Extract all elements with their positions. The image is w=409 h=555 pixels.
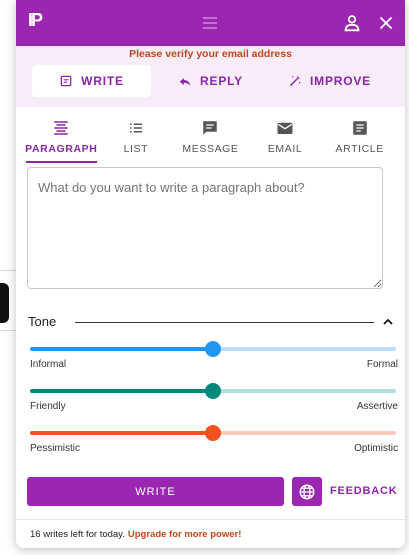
- email-icon: [277, 122, 293, 134]
- reply-icon: [179, 78, 191, 86]
- tab-article[interactable]: ARTICLE: [322, 108, 397, 163]
- verify-email-banner[interactable]: Please verify your email address: [16, 46, 405, 62]
- writes-remaining-text: 16 writes left for today.: [30, 528, 125, 540]
- edit-icon: [60, 75, 72, 87]
- title-bar[interactable]: IP: [16, 0, 405, 46]
- writer-panel: IP Please verify your email address WRIT…: [16, 0, 405, 548]
- tab-list[interactable]: LIST: [99, 108, 174, 163]
- background-element: [0, 283, 9, 323]
- app-logo: IP: [28, 10, 43, 30]
- tab-label: ARTICLE: [335, 143, 384, 155]
- slider-min-label: Pessimistic: [30, 443, 81, 454]
- chevron-up-icon[interactable]: [382, 316, 394, 328]
- message-icon: [203, 121, 218, 135]
- mode-tab-label: WRITE: [81, 74, 124, 88]
- slider-thumb[interactable]: [205, 341, 221, 357]
- slider-fill: [30, 347, 213, 351]
- list-icon: [129, 123, 142, 133]
- slider-max-label: Assertive: [356, 401, 398, 412]
- slider-min-label: Informal: [30, 359, 67, 370]
- divider: [75, 322, 374, 323]
- usage-footer: 16 writes left for today. Upgrade for mo…: [16, 519, 405, 548]
- slider-min-label: Friendly: [30, 401, 66, 412]
- prompt-input[interactable]: [27, 167, 383, 289]
- mode-tab-reply[interactable]: REPLY: [151, 65, 270, 97]
- upgrade-link[interactable]: Upgrade for more power!: [128, 529, 242, 540]
- mode-bar: WRITE REPLY IMPROVE: [16, 62, 405, 107]
- article-icon: [352, 121, 367, 135]
- slider-thumb[interactable]: [205, 383, 221, 399]
- close-icon[interactable]: [375, 12, 397, 34]
- tab-message[interactable]: MESSAGE: [173, 108, 248, 163]
- content-type-tabs: PARAGRAPH LIST MESSAGE EMAIL ARTICLE: [16, 108, 405, 163]
- tone-label: Tone: [28, 314, 57, 329]
- feedback-link[interactable]: FEEDBACK: [330, 485, 398, 497]
- tab-label: PARAGRAPH: [25, 143, 98, 155]
- paragraph-icon: [54, 121, 69, 135]
- tab-label: LIST: [123, 143, 149, 155]
- tab-label: MESSAGE: [182, 143, 239, 155]
- mode-tab-label: REPLY: [200, 74, 243, 88]
- slider-max-label: Optimistic: [354, 443, 398, 454]
- language-button[interactable]: [292, 477, 322, 506]
- account-icon[interactable]: [341, 12, 363, 34]
- slider-fill: [30, 389, 213, 393]
- tone-section-header[interactable]: Tone: [28, 314, 398, 332]
- tab-label: EMAIL: [267, 143, 303, 155]
- tab-paragraph[interactable]: PARAGRAPH: [24, 108, 99, 163]
- slider-fill: [30, 431, 213, 435]
- mode-tab-write[interactable]: WRITE: [32, 65, 151, 97]
- magic-wand-icon: [289, 75, 301, 87]
- mode-tab-improve[interactable]: IMPROVE: [270, 65, 389, 97]
- globe-icon: [299, 484, 315, 499]
- slider-max-label: Formal: [366, 359, 398, 370]
- write-button[interactable]: WRITE: [27, 477, 284, 506]
- drag-handle-icon[interactable]: [203, 17, 217, 32]
- slider-thumb[interactable]: [205, 425, 221, 441]
- tab-email[interactable]: EMAIL: [248, 108, 323, 163]
- mode-tab-label: IMPROVE: [310, 74, 371, 88]
